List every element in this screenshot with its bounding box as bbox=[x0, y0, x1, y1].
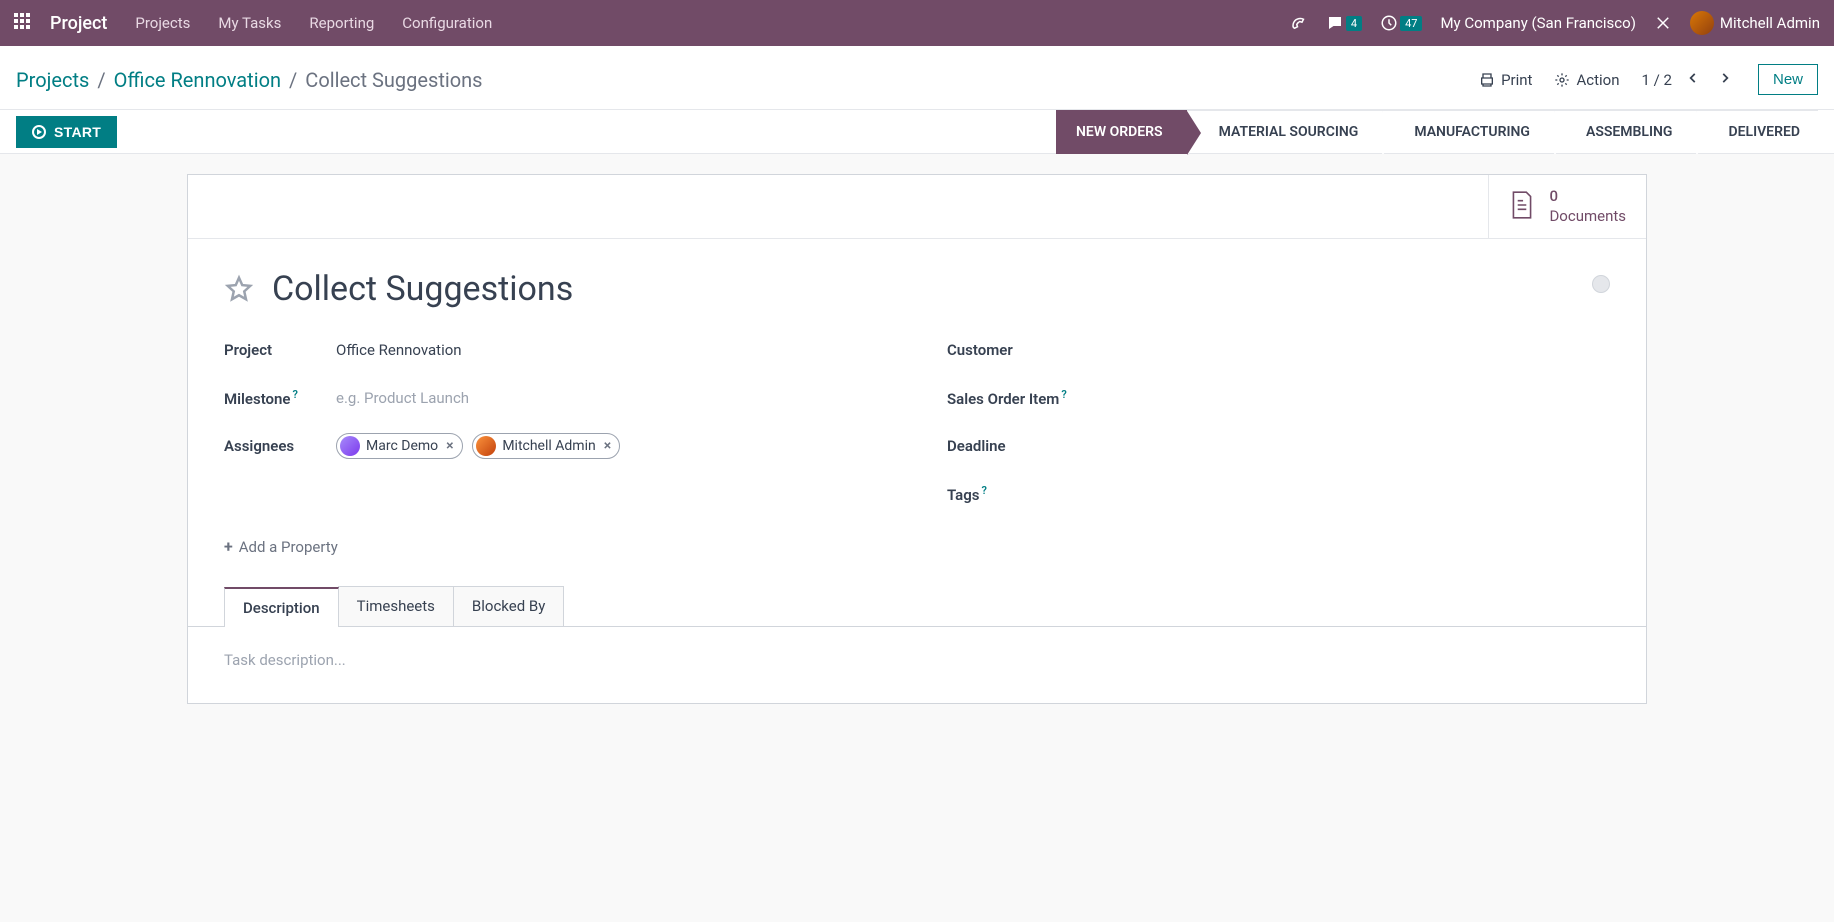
chevron-left-icon bbox=[1686, 71, 1700, 85]
remove-icon[interactable]: × bbox=[446, 438, 453, 454]
breadcrumb-current: Collect Suggestions bbox=[305, 68, 482, 92]
play-icon bbox=[32, 125, 46, 139]
avatar-icon bbox=[1690, 11, 1714, 35]
label-tags: Tags? bbox=[947, 484, 1059, 504]
avatar-icon bbox=[340, 436, 360, 456]
nav-configuration[interactable]: Configuration bbox=[402, 14, 492, 32]
label-milestone: Milestone? bbox=[224, 388, 336, 408]
description-editor[interactable]: Task description... bbox=[224, 627, 1610, 693]
priority-star[interactable] bbox=[224, 274, 254, 304]
new-button[interactable]: New bbox=[1758, 64, 1818, 95]
phone-icon[interactable] bbox=[1290, 14, 1308, 32]
chevron-right-icon bbox=[1718, 71, 1732, 85]
print-icon bbox=[1479, 72, 1495, 88]
documents-count: 0 bbox=[1549, 187, 1626, 207]
tab-timesheets[interactable]: Timesheets bbox=[338, 586, 454, 626]
user-name: Mitchell Admin bbox=[1720, 14, 1820, 32]
field-assignees[interactable]: Marc Demo × Mitchell Admin × bbox=[336, 433, 626, 460]
stage-assembling[interactable]: ASSEMBLING bbox=[1554, 110, 1697, 154]
label-customer: Customer bbox=[947, 341, 1059, 359]
stage-manufacturing[interactable]: MANUFACTURING bbox=[1382, 110, 1554, 154]
start-button[interactable]: START bbox=[16, 116, 117, 148]
action-button[interactable]: Action bbox=[1554, 71, 1619, 89]
task-title[interactable]: Collect Suggestions bbox=[272, 269, 573, 309]
avatar-icon bbox=[476, 436, 496, 456]
tab-description[interactable]: Description bbox=[224, 587, 339, 627]
remove-icon[interactable]: × bbox=[604, 438, 611, 454]
field-project[interactable]: Office Rennovation bbox=[336, 341, 462, 359]
label-assignees: Assignees bbox=[224, 437, 336, 455]
control-bar: Projects / Office Rennovation / Collect … bbox=[0, 46, 1834, 110]
pager: 1 / 2 bbox=[1641, 69, 1736, 91]
brand: Project bbox=[50, 13, 107, 34]
main-nav: Projects My Tasks Reporting Configuratio… bbox=[135, 14, 492, 32]
help-icon[interactable]: ? bbox=[293, 388, 298, 401]
stages: NEW ORDERS MATERIAL SOURCING MANUFACTURI… bbox=[1056, 110, 1818, 154]
label-sales-order-item: Sales Order Item? bbox=[947, 388, 1107, 408]
topbar: Project Projects My Tasks Reporting Conf… bbox=[0, 0, 1834, 46]
company-switcher[interactable]: My Company (San Francisco) bbox=[1440, 14, 1635, 32]
label-project: Project bbox=[224, 341, 336, 359]
stage-new-orders[interactable]: NEW ORDERS bbox=[1056, 110, 1187, 154]
print-button[interactable]: Print bbox=[1479, 71, 1532, 89]
nav-my-tasks[interactable]: My Tasks bbox=[218, 14, 281, 32]
pager-text[interactable]: 1 / 2 bbox=[1641, 71, 1672, 89]
tools-icon[interactable] bbox=[1654, 14, 1672, 32]
activities-badge: 47 bbox=[1400, 16, 1422, 31]
activities-icon[interactable]: 47 bbox=[1380, 14, 1422, 32]
tabs: Description Timesheets Blocked By bbox=[188, 586, 1646, 627]
breadcrumb-project[interactable]: Office Rennovation bbox=[114, 68, 281, 92]
breadcrumb: Projects / Office Rennovation / Collect … bbox=[16, 68, 483, 92]
assignee-chip[interactable]: Marc Demo × bbox=[336, 433, 463, 459]
assignee-chip[interactable]: Mitchell Admin × bbox=[472, 433, 620, 459]
form-sheet: 0 Documents Collect Suggestions Project … bbox=[187, 174, 1647, 704]
stage-delivered[interactable]: DELIVERED bbox=[1696, 110, 1818, 154]
field-milestone[interactable]: e.g. Product Launch bbox=[336, 389, 469, 407]
document-icon bbox=[1509, 190, 1535, 224]
gear-icon bbox=[1554, 72, 1570, 88]
documents-label: Documents bbox=[1549, 207, 1626, 227]
tab-blocked-by[interactable]: Blocked By bbox=[453, 586, 564, 626]
pager-prev[interactable] bbox=[1682, 69, 1704, 91]
breadcrumb-root[interactable]: Projects bbox=[16, 68, 89, 92]
help-icon[interactable]: ? bbox=[982, 484, 987, 497]
kanban-state[interactable] bbox=[1592, 275, 1610, 293]
messages-icon[interactable]: 4 bbox=[1326, 14, 1362, 32]
help-icon[interactable]: ? bbox=[1061, 388, 1066, 401]
nav-reporting[interactable]: Reporting bbox=[309, 14, 374, 32]
apps-icon[interactable] bbox=[14, 13, 34, 33]
plus-icon: + bbox=[224, 537, 233, 556]
add-property-button[interactable]: + Add a Property bbox=[224, 537, 338, 556]
documents-button[interactable]: 0 Documents bbox=[1488, 175, 1646, 238]
pager-next[interactable] bbox=[1714, 69, 1736, 91]
nav-projects[interactable]: Projects bbox=[135, 14, 190, 32]
messages-badge: 4 bbox=[1346, 16, 1362, 31]
user-menu[interactable]: Mitchell Admin bbox=[1690, 11, 1820, 35]
stage-bar: START NEW ORDERS MATERIAL SOURCING MANUF… bbox=[0, 110, 1834, 154]
label-deadline: Deadline bbox=[947, 437, 1059, 455]
stage-material-sourcing[interactable]: MATERIAL SOURCING bbox=[1187, 110, 1383, 154]
